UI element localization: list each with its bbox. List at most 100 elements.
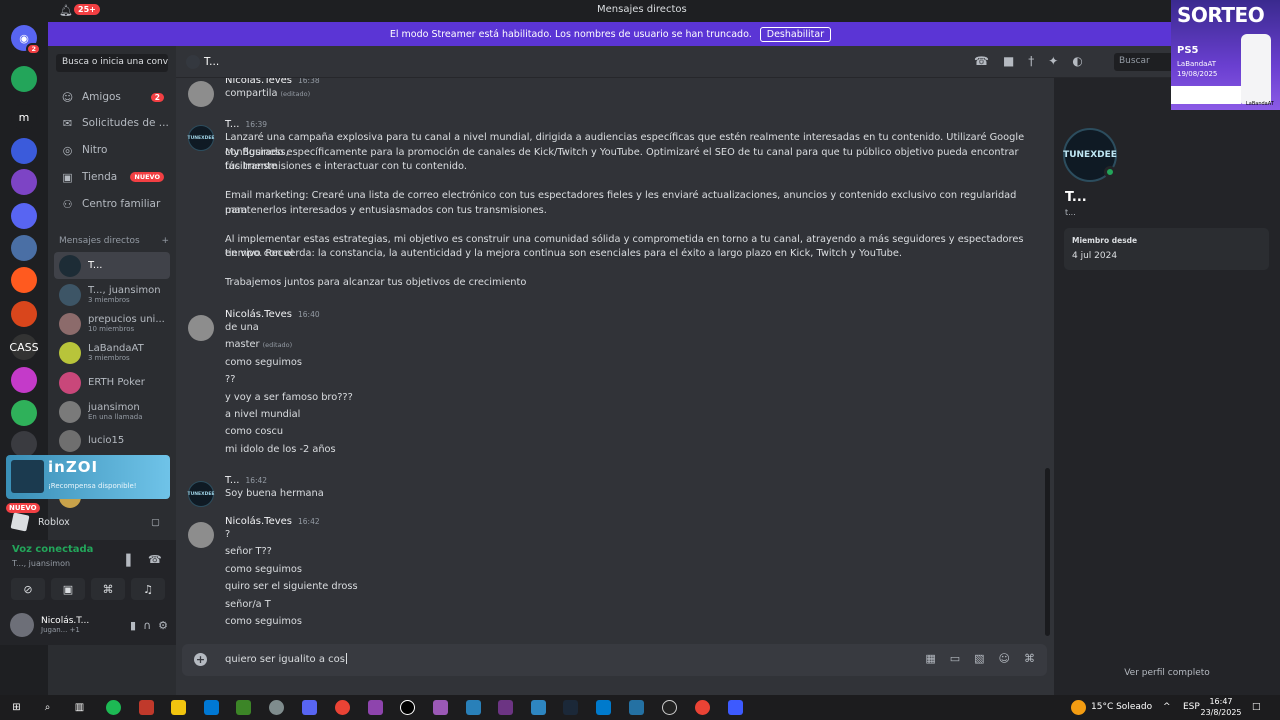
add-attachment-icon[interactable]: + xyxy=(194,653,207,666)
chrome-icon[interactable] xyxy=(695,700,710,715)
app-icon[interactable] xyxy=(466,700,481,715)
dm-item[interactable]: juansimon En una llamada xyxy=(54,398,170,425)
app-icon[interactable] xyxy=(433,700,448,715)
disable-streamer-button[interactable]: Deshabilitar xyxy=(759,26,832,42)
start-icon[interactable]: ⊞ xyxy=(9,700,24,715)
disconnect-icon[interactable]: ☎ xyxy=(148,553,162,566)
add-dm-icon[interactable]: + xyxy=(161,236,169,246)
sticker-icon[interactable]: ▧ xyxy=(974,652,984,665)
server-icon[interactable] xyxy=(11,400,37,426)
avatar[interactable]: TUNEXDEE xyxy=(188,481,214,507)
profile-icon[interactable]: ◐ xyxy=(1072,54,1082,68)
dm-item[interactable]: T..., juansimon 3 miembros xyxy=(54,281,170,308)
dm-item[interactable]: LaBandaAT 3 miembros xyxy=(54,339,170,366)
discord-icon[interactable] xyxy=(302,700,317,715)
chevron-up-icon[interactable]: ^ xyxy=(1163,702,1171,712)
server-icon[interactable] xyxy=(11,203,37,229)
gif-icon[interactable]: ▭ xyxy=(950,652,960,665)
dm-item[interactable]: T... xyxy=(54,252,170,279)
search-icon[interactable]: ⌕ xyxy=(40,700,55,715)
search-input[interactable]: Busca o inicia una conv... xyxy=(56,54,168,72)
mic-icon[interactable]: ▮ xyxy=(130,619,136,632)
nav-nitro[interactable]: ◎ Nitro xyxy=(54,139,172,161)
language-indicator[interactable]: ESP xyxy=(1183,702,1200,712)
server-icon[interactable] xyxy=(11,138,37,164)
dm-item[interactable]: ERTH Poker xyxy=(54,369,170,396)
message-author[interactable]: T... xyxy=(225,475,239,486)
dm-item[interactable]: prepucios uni... 10 miembros xyxy=(54,310,170,337)
nav-requests[interactable]: ✉ Solicitudes de ... xyxy=(54,112,172,134)
nav-shop[interactable]: ▣ Tienda NUEVO xyxy=(54,166,172,188)
signal-icon[interactable]: ▐ xyxy=(122,554,130,567)
soundboard-button[interactable]: ♫ xyxy=(131,578,165,600)
server-icon[interactable]: m xyxy=(11,104,37,130)
avatar[interactable] xyxy=(188,522,214,548)
video-icon[interactable]: ■ xyxy=(1003,54,1014,68)
dm-item[interactable]: lucio15 xyxy=(54,427,170,454)
steam-icon[interactable] xyxy=(563,700,578,715)
discord-home-icon[interactable]: ◉ 2 xyxy=(11,25,41,55)
pin-icon[interactable]: † xyxy=(1028,54,1034,68)
store-icon[interactable] xyxy=(204,700,219,715)
activity-row[interactable]: Roblox ▢ xyxy=(0,508,176,536)
activity-button[interactable]: ⌘ xyxy=(91,578,125,600)
task-view-icon[interactable]: ▥ xyxy=(72,700,87,715)
emoji-icon[interactable]: ☺ xyxy=(999,652,1010,665)
scrollbar[interactable] xyxy=(1045,468,1050,636)
spotify-icon[interactable] xyxy=(106,700,121,715)
app-icon[interactable] xyxy=(629,700,644,715)
dm-name: LaBandaAT xyxy=(88,343,144,354)
app-icon[interactable] xyxy=(368,700,383,715)
camera-off-button[interactable]: ⊘ xyxy=(11,578,45,600)
app-icon[interactable] xyxy=(662,700,677,715)
server-icon[interactable] xyxy=(11,301,37,327)
promo-card[interactable]: inZOI ¡Recompensa disponible! xyxy=(6,455,170,499)
add-friends-icon[interactable]: ✦ xyxy=(1048,54,1058,68)
vscode-icon[interactable] xyxy=(596,700,611,715)
screen-share-button[interactable]: ▣ xyxy=(51,578,85,600)
bell-icon[interactable]: 🔔︎ xyxy=(59,4,73,17)
server-icon[interactable] xyxy=(11,267,37,293)
message-author[interactable]: T... xyxy=(225,119,239,130)
message-input[interactable]: quiero ser igualito a cos xyxy=(225,653,347,665)
clock[interactable]: 16:47 23/8/2025 xyxy=(1200,696,1242,718)
chrome-icon[interactable] xyxy=(335,700,350,715)
nav-family-center[interactable]: ⚇ Centro familiar xyxy=(54,193,172,215)
app-icon[interactable] xyxy=(139,700,154,715)
message-composer[interactable]: + quiero ser igualito a cos ▦ ▭ ▧ ☺ ⌘ xyxy=(182,644,1047,676)
obs-icon[interactable] xyxy=(400,700,415,715)
avatar[interactable] xyxy=(188,81,214,107)
nav-friends[interactable]: ☺ Amigos 2 xyxy=(54,86,172,108)
gift-icon[interactable]: ▦ xyxy=(925,652,935,665)
header-search-input[interactable]: Buscar xyxy=(1114,53,1174,71)
screen-share-icon[interactable]: ▢ xyxy=(151,517,160,528)
game-icon[interactable]: ⌘ xyxy=(1024,652,1035,665)
notification-icon[interactable]: □ xyxy=(1252,702,1261,712)
headphones-icon[interactable]: ∩ xyxy=(143,619,151,632)
avatar[interactable] xyxy=(188,315,214,341)
server-icon[interactable] xyxy=(11,66,37,92)
minecraft-icon[interactable] xyxy=(236,700,251,715)
server-icon[interactable] xyxy=(11,235,37,261)
message-text: mantenerlos interesados y entusiasmados … xyxy=(225,204,547,216)
message-author[interactable]: Nicolás.Teves xyxy=(225,309,292,320)
app-icon[interactable] xyxy=(269,700,284,715)
weather-icon[interactable] xyxy=(1071,700,1086,715)
app-icon[interactable] xyxy=(531,700,546,715)
message-author[interactable]: Nicolás.Teves xyxy=(225,516,292,527)
user-panel[interactable]: Nicolás.T... Jugan... +1 ▮ ∩ ⚙ xyxy=(10,610,170,640)
server-icon[interactable] xyxy=(11,367,37,393)
server-icon[interactable] xyxy=(11,431,37,457)
gear-icon[interactable]: ⚙ xyxy=(158,619,168,632)
server-icon[interactable]: CASS xyxy=(9,334,39,360)
avatar[interactable]: TUNEXDEE xyxy=(188,125,214,151)
call-icon[interactable]: ☎ xyxy=(974,54,989,68)
message-author[interactable]: Nicolás.Teves xyxy=(225,78,292,86)
app-icon[interactable] xyxy=(728,700,743,715)
server-icon[interactable] xyxy=(11,169,37,195)
app-icon[interactable] xyxy=(498,700,513,715)
view-full-profile-link[interactable]: Ver perfil completo xyxy=(1054,668,1280,678)
avatar[interactable] xyxy=(10,613,34,637)
folder-icon[interactable] xyxy=(171,700,186,715)
weather-text[interactable]: 15°C Soleado xyxy=(1091,702,1152,712)
